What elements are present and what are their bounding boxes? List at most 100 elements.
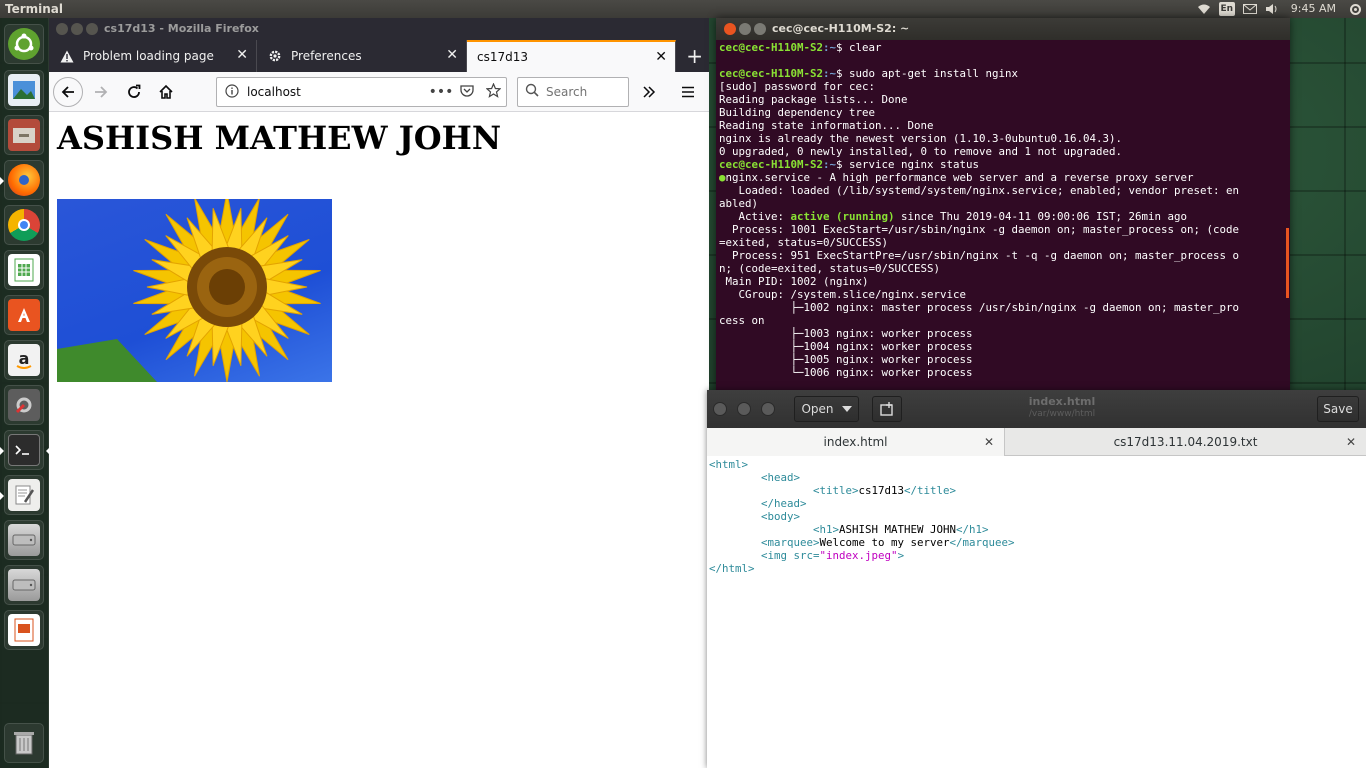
code-token: <marquee> xyxy=(761,536,820,549)
terminal-text: nginx is already the newest version (1.1… xyxy=(719,132,1123,145)
code-token: </title> xyxy=(904,484,957,497)
reload-icon xyxy=(128,84,141,98)
launcher-image-viewer[interactable] xyxy=(4,70,44,110)
info-icon[interactable] xyxy=(217,83,247,101)
minimize-window-button[interactable] xyxy=(739,23,751,35)
new-tab-button[interactable]: + xyxy=(686,44,703,68)
launcher-libreoffice-calc[interactable] xyxy=(4,250,44,290)
arrow-left-icon xyxy=(61,86,74,98)
warning-icon xyxy=(59,48,75,64)
trash-icon xyxy=(8,727,40,759)
close-tab-icon[interactable]: ✕ xyxy=(236,48,248,62)
mail-icon[interactable] xyxy=(1239,0,1261,18)
terminal-text: ├─1004 nginx: worker process xyxy=(719,340,973,353)
terminal-line: Reading state information... Done xyxy=(719,119,1287,132)
minimize-window-button[interactable] xyxy=(737,402,751,416)
terminal-line: nginx is already the newest version (1.1… xyxy=(719,132,1287,145)
sunflower-image xyxy=(57,199,332,382)
presentation-icon xyxy=(8,614,40,646)
home-button[interactable] xyxy=(152,78,180,106)
terminal-output[interactable]: cec@cec-H110M-S2:~$ clear cec@cec-H110M-S… xyxy=(716,40,1290,392)
active-since: since Thu 2019-04-11 09:00:06 IST; 26min… xyxy=(894,210,1188,223)
code-token: <title> xyxy=(813,484,859,497)
terminal-text: =exited, status=0/SUCCESS) xyxy=(719,236,889,249)
launcher-disk-drive-1[interactable] xyxy=(4,520,44,560)
hard-drive-icon xyxy=(8,524,40,556)
power-gear-icon[interactable] xyxy=(1344,0,1366,18)
launcher-terminal[interactable] xyxy=(0,430,50,470)
code-token: src= xyxy=(793,549,820,562)
search-bar[interactable]: Search xyxy=(517,77,629,107)
close-window-button[interactable] xyxy=(56,23,68,35)
close-window-button[interactable] xyxy=(713,402,727,416)
active-state: active (running) xyxy=(790,210,895,223)
clock[interactable]: 9:45 AM xyxy=(1283,0,1344,18)
launcher-libreoffice-impress[interactable] xyxy=(4,610,44,650)
launcher-firefox[interactable] xyxy=(0,160,44,200)
keyboard-layout-icon[interactable]: En xyxy=(1218,2,1235,16)
launcher-amazon[interactable]: a xyxy=(4,340,44,380)
pocket-icon[interactable] xyxy=(454,84,480,101)
close-window-button[interactable] xyxy=(724,23,736,35)
maximize-window-button[interactable] xyxy=(754,23,766,35)
back-button[interactable] xyxy=(53,77,83,107)
terminal-line: ├─1002 nginx: master process /usr/sbin/n… xyxy=(719,301,1287,314)
open-button-label: Open xyxy=(801,402,834,416)
close-tab-icon[interactable]: ✕ xyxy=(1346,435,1356,449)
volume-icon[interactable] xyxy=(1261,0,1283,18)
terminal-scrollbar[interactable] xyxy=(1286,228,1289,298)
status-text: nginx.service - A high performance web s… xyxy=(725,171,1194,184)
ubuntu-dash-button[interactable] xyxy=(4,24,44,64)
close-tab-icon[interactable]: ✕ xyxy=(984,435,994,449)
maximize-window-button[interactable] xyxy=(86,23,98,35)
code-line: <h1>ASHISH MATHEW JOHN</h1> xyxy=(709,523,1364,536)
tab-label: Problem loading page xyxy=(83,49,214,63)
url-text[interactable]: localhost xyxy=(247,85,428,99)
new-tab-button[interactable] xyxy=(872,396,902,422)
reload-button[interactable] xyxy=(120,78,148,106)
code-token: </h1> xyxy=(956,523,989,536)
file-manager-icon xyxy=(8,119,40,151)
settings-tools-icon xyxy=(8,389,40,421)
launcher-chrome[interactable] xyxy=(4,205,44,245)
launcher-trash[interactable] xyxy=(4,723,44,763)
terminal-line: [sudo] password for cec: xyxy=(719,80,1287,93)
terminal-text: ├─1002 nginx: master process /usr/sbin/n… xyxy=(719,301,1240,314)
code-editor[interactable]: <html> <head> <title>cs17d13</title> </h… xyxy=(707,456,1366,577)
minimize-window-button[interactable] xyxy=(71,23,83,35)
overflow-menu-button[interactable] xyxy=(635,78,663,106)
prompt-path: :~ xyxy=(823,41,837,54)
close-tab-icon[interactable]: ✕ xyxy=(446,48,458,62)
code-line: <head> xyxy=(709,471,1364,484)
wifi-icon[interactable] xyxy=(1193,0,1215,18)
tab-preferences[interactable]: Preferences ✕ xyxy=(257,40,467,72)
amazon-icon: a xyxy=(8,344,40,376)
terminal-line: =exited, status=0/SUCCESS) xyxy=(719,236,1287,249)
save-button[interactable]: Save xyxy=(1317,396,1359,422)
tab-index-html[interactable]: index.html ✕ xyxy=(707,428,1005,456)
page-actions-icon[interactable]: ••• xyxy=(428,84,454,100)
forward-button[interactable] xyxy=(87,78,115,106)
tab-problem-loading[interactable]: Problem loading page ✕ xyxy=(49,40,257,72)
open-button[interactable]: Open xyxy=(794,396,859,422)
launcher-software-center[interactable] xyxy=(4,295,44,335)
hamburger-icon xyxy=(682,86,694,98)
terminal-text: Main PID: 1002 (nginx) xyxy=(719,275,869,288)
launcher-file-manager[interactable] xyxy=(4,115,44,155)
spreadsheet-icon xyxy=(8,254,40,286)
terminal-line: Loaded: loaded (/lib/systemd/system/ngin… xyxy=(719,184,1287,197)
terminal-window: cec@cec-H110M-S2: ~ cec@cec-H110M-S2:~$ … xyxy=(716,18,1290,392)
prompt-command: $ sudo apt-get install nginx xyxy=(836,67,1019,80)
bookmark-star-icon[interactable] xyxy=(480,81,506,102)
launcher-system-settings[interactable] xyxy=(4,385,44,425)
maximize-window-button[interactable] xyxy=(761,402,775,416)
tab-cs17d13[interactable]: cs17d13 ✕ xyxy=(467,40,676,72)
prompt-path: :~ xyxy=(823,158,837,171)
tab-label: cs17d13 xyxy=(477,50,529,64)
launcher-disk-drive-2[interactable] xyxy=(4,565,44,605)
close-tab-icon[interactable]: ✕ xyxy=(655,50,667,64)
url-bar[interactable]: localhost ••• xyxy=(216,77,507,107)
hamburger-menu-button[interactable] xyxy=(674,78,702,106)
tab-cs17d13-txt[interactable]: cs17d13.11.04.2019.txt ✕ xyxy=(1005,428,1366,456)
launcher-text-editor[interactable] xyxy=(0,475,44,515)
